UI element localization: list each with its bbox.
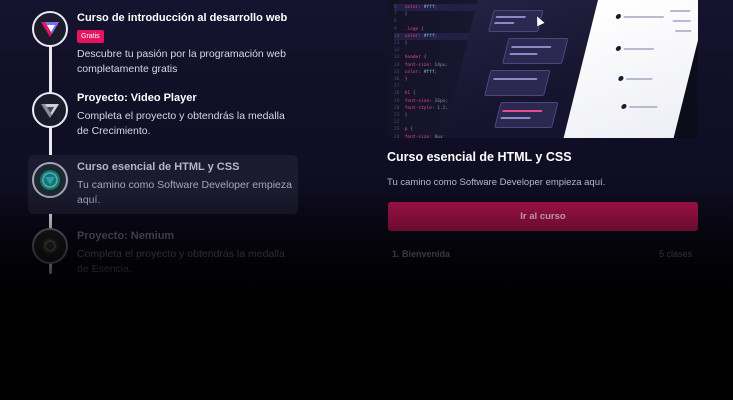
triangle-logo-icon: [32, 11, 68, 47]
step-description: Completa el proyecto y obtendrás la meda…: [77, 110, 285, 137]
step-title: Curso esencial de HTML y CSS: [77, 161, 240, 173]
module-label: 1. Bienvenida: [392, 249, 451, 259]
medal-icon: [32, 228, 68, 264]
roadmap-step-html-css-course[interactable]: Curso esencial de HTML y CSS Tu camino c…: [28, 155, 298, 214]
module-class-count: 5 clases: [658, 249, 692, 259]
course-badge-icon: [32, 162, 68, 198]
step-description: Tu camino como Software Developer empiez…: [77, 179, 292, 206]
roadmap-step-intro-course[interactable]: Curso de introducción al desarrollo web …: [28, 8, 298, 78]
step-description: Completa el proyecto y obtendrás la meda…: [77, 248, 285, 275]
step-title: Curso de introducción al desarrollo web: [77, 12, 288, 24]
module-row[interactable]: 1. Bienvenida 5 clases: [392, 249, 692, 259]
course-preview-image: 6 color: #fff; 7 } 8 9 .logo { 10 color:…: [388, 0, 698, 138]
medal-icon: [32, 92, 68, 128]
roadmap-step-video-player[interactable]: Proyecto: Video Player Completa el proye…: [28, 88, 298, 144]
step-title: Proyecto: Video Player: [77, 92, 197, 104]
course-title: Curso esencial de HTML y CSS: [387, 150, 572, 164]
free-tag: Gratis: [77, 30, 104, 43]
go-to-course-button[interactable]: Ir al curso: [388, 202, 698, 231]
course-description: Tu camino como Software Developer empiez…: [387, 177, 606, 188]
course-roadmap: Curso de introducción al desarrollo web …: [28, 0, 303, 400]
roadmap-step-nemium[interactable]: Proyecto: Nemium Completa el proyecto y …: [28, 226, 298, 276]
step-description: Descubre tu pasión por la programación w…: [77, 48, 286, 75]
course-detail-panel: 6 color: #fff; 7 } 8 9 .logo { 10 color:…: [387, 0, 698, 400]
step-title: Proyecto: Nemium: [77, 230, 175, 242]
